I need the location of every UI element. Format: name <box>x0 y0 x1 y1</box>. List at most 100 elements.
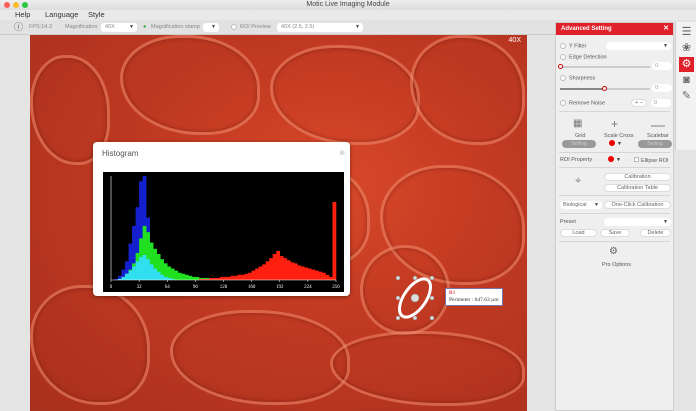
histogram-bar-red <box>322 273 326 280</box>
x-tick-label: 256 <box>332 285 340 290</box>
histogram-bar-cyan <box>136 261 140 280</box>
roi-color-picker[interactable]: ▼ <box>608 156 621 163</box>
roi-preview-value: 40X (2.5, 2.5) <box>281 24 314 30</box>
cross-icon: + <box>611 117 618 131</box>
noise-stepper[interactable]: + − <box>631 99 647 107</box>
magnification-select[interactable]: 40X▼ <box>101 23 137 32</box>
camera-icon[interactable]: ◙ <box>679 73 694 88</box>
histogram-bar-red <box>290 262 294 280</box>
maximize-window-button[interactable] <box>22 2 28 8</box>
x-tick-label: 160 <box>248 285 256 290</box>
chevron-down-icon: ▼ <box>663 218 668 226</box>
histogram-chart: 0326496128160192224256 <box>103 172 344 292</box>
sharpness-slider[interactable] <box>560 88 650 90</box>
sharpness-value-field[interactable]: 0 <box>652 84 672 92</box>
remove-noise-option[interactable]: Remove Noise <box>560 100 605 106</box>
ellipse-roi-checkbox[interactable]: Ellipse ROI <box>634 157 669 164</box>
roi-property-label: ROI Property <box>560 157 592 163</box>
roi-preview-radio[interactable] <box>231 20 240 35</box>
histogram-bar-red <box>315 271 319 280</box>
ruler-icon[interactable]: ✎ <box>679 89 694 104</box>
toolbar: ⓘ FPS:14.3 Magnification 40X▼ ● Magnific… <box>0 20 555 35</box>
histogram-bar-cyan <box>122 277 126 280</box>
pro-options-label[interactable]: Pro Options <box>602 262 631 268</box>
edge-detection-option[interactable]: Edge Detection <box>560 54 607 60</box>
fps-readout: FPS:14.3 <box>29 20 52 35</box>
histogram-bar-red <box>325 275 329 280</box>
histogram-bar-green <box>181 274 185 280</box>
close-window-button[interactable] <box>4 2 10 8</box>
cross-color-picker[interactable]: ▼ <box>609 140 622 147</box>
histogram-bar-red <box>238 275 242 280</box>
menu-language[interactable]: Language <box>45 10 78 20</box>
delete-button[interactable]: Delete <box>640 229 671 237</box>
scalebar-label: Scalebar <box>647 133 669 139</box>
x-tick-label: 64 <box>165 285 171 290</box>
sharpness-option[interactable]: Sharpness <box>560 75 595 81</box>
scalebar-setting-button[interactable]: Setting <box>638 140 672 148</box>
edge-value-field[interactable]: 0 <box>652 62 672 70</box>
histogram-bar-red <box>227 277 231 280</box>
filter-select[interactable]: ▼ <box>606 42 671 50</box>
close-icon[interactable]: ✕ <box>663 23 669 35</box>
scalebar-icon: ▁▁▁ <box>651 120 665 127</box>
one-click-calibration-button[interactable]: One-Click Calibration <box>604 201 671 209</box>
save-button[interactable]: Save <box>600 229 630 237</box>
stamp-select[interactable]: ▼ <box>203 23 219 32</box>
color-circles-icon[interactable]: ❀ <box>679 41 694 56</box>
x-tick-label: 192 <box>276 285 284 290</box>
menu-bar: Help Language Style <box>0 10 696 20</box>
preset-select[interactable]: ▼ <box>604 218 671 226</box>
gears-icon[interactable]: ⚙ <box>609 246 618 257</box>
sliders-icon[interactable]: ☰ <box>679 25 694 40</box>
calibration-button[interactable]: Calibration <box>604 173 671 181</box>
minimize-window-button[interactable] <box>13 2 19 8</box>
chevron-down-icon: ▼ <box>663 42 668 50</box>
histogram-bar-red <box>209 278 213 280</box>
roi-perimeter: Perimeter : 647.63 µm <box>449 297 499 304</box>
grid-setting-button[interactable]: Setting <box>562 140 596 148</box>
target-icon: ⌖ <box>575 175 581 188</box>
stamp-radio[interactable]: ● <box>143 20 146 35</box>
menu-help[interactable]: Help <box>15 10 30 20</box>
histogram-dialog[interactable]: Histogram ⊗ 0326496128160192224256 <box>93 142 350 296</box>
magnification-label: Magnification <box>65 20 97 35</box>
histogram-bar-green <box>174 271 178 280</box>
chevron-down-icon: ▼ <box>355 23 360 32</box>
window-title: Motic Live Imaging Module <box>306 1 389 8</box>
x-tick-label: 224 <box>304 285 312 290</box>
grid-label: Grid <box>575 133 585 139</box>
side-toolbar: ☰ ❀ ⚙ ◙ ✎ <box>675 22 696 150</box>
histogram-bar-red <box>301 266 305 280</box>
histogram-bar-cyan <box>164 277 168 280</box>
histogram-bar-red <box>269 258 273 280</box>
menu-style[interactable]: Style <box>88 10 105 20</box>
filter-label: Filter <box>574 43 586 49</box>
advanced-setting-panel: Advanced Setting✕ Y Filter ▼ Edge Detect… <box>555 22 674 411</box>
gear-icon[interactable]: ⚙ <box>679 57 694 72</box>
x-tick-label: 128 <box>220 285 228 290</box>
histogram-bar-red <box>311 270 315 280</box>
close-icon[interactable]: ⊗ <box>339 149 345 157</box>
noise-select[interactable]: 0 <box>651 99 671 107</box>
histogram-bar-red <box>297 265 301 280</box>
histogram-bar-cyan <box>160 275 164 280</box>
calibration-mode-select[interactable]: Biological▼ <box>560 201 602 209</box>
ellipse-roi-label: Ellipse ROI <box>641 158 669 164</box>
roi-preview-select[interactable]: 40X (2.5, 2.5) ▼ <box>277 23 363 32</box>
histogram-bar-cyan <box>129 271 133 280</box>
panel-header: Advanced Setting✕ <box>556 23 673 35</box>
edge-detection-slider[interactable] <box>560 66 650 68</box>
load-button[interactable]: Load <box>560 229 597 237</box>
histogram-bar-green <box>185 275 189 280</box>
calibration-table-button[interactable]: Calibration Table <box>604 184 671 192</box>
histogram-title: Histogram <box>102 149 138 158</box>
histogram-bar-red <box>332 202 336 280</box>
histogram-bar-green <box>192 277 196 280</box>
filter-option[interactable]: Y Filter <box>560 43 586 49</box>
histogram-bar-green <box>188 276 192 280</box>
info-icon[interactable]: ⓘ <box>14 20 23 35</box>
histogram-bar-red <box>308 269 312 280</box>
histogram-bar-red <box>259 266 263 280</box>
histogram-bar-red <box>280 256 284 280</box>
